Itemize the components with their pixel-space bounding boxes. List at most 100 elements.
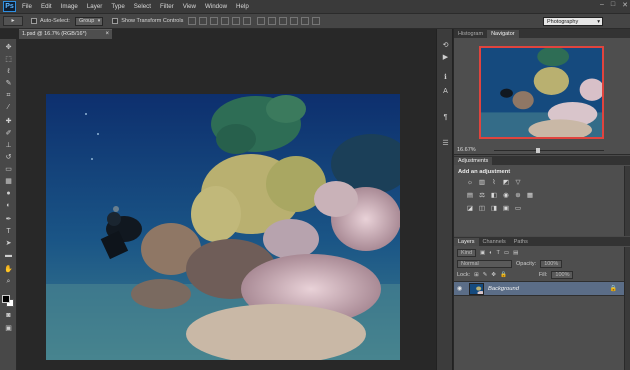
workspace-switcher[interactable]: Photography <box>543 17 603 26</box>
distribute-vcenter-icon[interactable] <box>268 17 277 25</box>
minimize-icon[interactable]: – <box>600 1 604 9</box>
path-select-icon[interactable]: ➤ <box>3 239 14 249</box>
healing-icon[interactable]: ✚ <box>3 117 14 127</box>
opacity-field[interactable]: 100% <box>540 260 563 268</box>
blur-icon[interactable]: ● <box>3 189 14 199</box>
zoom-icon[interactable]: ⌕ <box>3 277 14 287</box>
distribute-hcenter-icon[interactable] <box>301 17 310 25</box>
filter-type-icon[interactable]: T <box>497 250 500 256</box>
align-right-icon[interactable] <box>243 17 252 25</box>
hand-icon[interactable]: ✋ <box>3 265 14 275</box>
distribute-top-icon[interactable] <box>257 17 266 25</box>
menu-edit[interactable]: Edit <box>41 3 52 10</box>
adjustments-scrollbar[interactable] <box>624 166 630 236</box>
vibrance-icon[interactable]: ▽ <box>514 179 522 187</box>
properties-icon[interactable]: ☰ <box>440 139 451 149</box>
info-icon[interactable]: ℹ <box>440 73 451 83</box>
brush-icon[interactable]: ✐ <box>3 129 14 139</box>
lasso-icon[interactable]: ℓ <box>3 67 14 77</box>
align-top-icon[interactable] <box>188 17 197 25</box>
foreground-color-swatch[interactable] <box>2 295 10 303</box>
blend-mode-dropdown[interactable]: Normal <box>457 260 512 268</box>
tab-paths[interactable]: Paths <box>510 238 532 246</box>
dodge-icon[interactable]: ◐ <box>3 201 14 211</box>
layers-scrollbar[interactable] <box>624 247 630 370</box>
channel-mixer-icon[interactable]: ⊛ <box>514 192 522 200</box>
document-canvas[interactable] <box>46 94 400 360</box>
close-tab-icon[interactable]: × <box>105 30 109 39</box>
curves-icon[interactable]: ⌇ <box>490 179 498 187</box>
eraser-icon[interactable]: ▭ <box>3 165 14 175</box>
visibility-eye-icon[interactable]: ◉ <box>457 285 462 292</box>
filter-adjustment-icon[interactable]: ◐ <box>489 250 492 256</box>
move-icon[interactable]: ✥ <box>3 43 14 53</box>
navigator-zoom-value[interactable]: 16.67% <box>457 147 476 153</box>
quick-select-icon[interactable]: ✎ <box>3 79 14 89</box>
clone-stamp-icon[interactable]: ⊥ <box>3 141 14 151</box>
eyedropper-icon[interactable]: ⁄ <box>3 103 14 113</box>
gradient-icon[interactable]: ▦ <box>3 177 14 187</box>
menu-help[interactable]: Help <box>236 3 249 10</box>
auto-select-checkbox[interactable] <box>31 18 37 24</box>
tab-adjustments[interactable]: Adjustments <box>454 157 493 165</box>
tab-channels[interactable]: Channels <box>479 238 510 246</box>
color-lookup-icon[interactable]: ▦ <box>526 192 534 200</box>
menu-select[interactable]: Select <box>134 3 151 10</box>
black-white-icon[interactable]: ◧ <box>490 192 498 200</box>
menu-file[interactable]: File <box>22 3 32 10</box>
layer-row-background[interactable]: ◉ Background 🔒 <box>454 281 624 296</box>
menu-layer[interactable]: Layer <box>87 3 102 10</box>
marquee-icon[interactable]: ⬚ <box>3 55 14 65</box>
menu-filter[interactable]: Filter <box>160 3 174 10</box>
photo-filter-icon[interactable]: ◉ <box>502 192 510 200</box>
pen-icon[interactable]: ✒ <box>3 215 14 225</box>
paragraph-icon[interactable]: ¶ <box>440 113 451 123</box>
selective-color-icon[interactable]: ▣ <box>502 205 510 213</box>
layer-name[interactable]: Background <box>488 286 519 292</box>
align-hcenter-icon[interactable] <box>232 17 241 25</box>
close-icon[interactable]: ✕ <box>622 1 628 9</box>
levels-icon[interactable]: ▥ <box>478 179 486 187</box>
align-vcenter-icon[interactable] <box>199 17 208 25</box>
transform-controls-checkbox[interactable] <box>112 18 119 24</box>
distribute-left-icon[interactable] <box>290 17 299 25</box>
color-balance-icon[interactable]: ⚖ <box>478 192 486 200</box>
threshold-icon[interactable]: ◨ <box>490 205 498 213</box>
filter-shape-icon[interactable]: ▭ <box>504 250 509 256</box>
lock-all-icon[interactable]: 🔒 <box>500 272 507 278</box>
auto-select-dropdown[interactable]: Group <box>74 16 104 26</box>
distribute-bottom-icon[interactable] <box>279 17 288 25</box>
type-icon[interactable]: T <box>3 227 14 237</box>
lock-pixels-icon[interactable]: ✎ <box>483 272 488 278</box>
gradient-map-icon[interactable]: ▭ <box>514 205 522 213</box>
history-icon[interactable]: ⟲ <box>440 41 451 51</box>
navigator-slider-handle[interactable] <box>536 148 540 153</box>
actions-icon[interactable]: ▶ <box>440 53 451 63</box>
tab-layers[interactable]: Layers <box>454 238 479 246</box>
align-left-icon[interactable] <box>221 17 230 25</box>
filter-smart-icon[interactable]: ▤ <box>513 250 518 256</box>
brightness-icon[interactable]: ☼ <box>466 179 474 187</box>
navigator-zoom-slider[interactable] <box>494 148 604 153</box>
posterize-icon[interactable]: ◫ <box>478 205 486 213</box>
menu-type[interactable]: Type <box>111 3 124 10</box>
history-brush-icon[interactable]: ↺ <box>3 153 14 163</box>
menu-image[interactable]: Image <box>61 3 78 10</box>
hue-saturation-icon[interactable]: ▤ <box>466 192 474 200</box>
menu-view[interactable]: View <box>183 3 196 10</box>
invert-icon[interactable]: ◪ <box>466 205 474 213</box>
align-bottom-icon[interactable] <box>210 17 219 25</box>
lock-position-icon[interactable]: ✥ <box>491 272 496 278</box>
distribute-right-icon[interactable] <box>312 17 321 25</box>
screen-mode-icon[interactable]: ▣ <box>3 324 14 334</box>
menu-window[interactable]: Window <box>205 3 227 10</box>
shape-icon[interactable]: ▬ <box>3 251 14 261</box>
filter-pixel-icon[interactable]: ▣ <box>480 250 485 256</box>
quick-mask-icon[interactable]: ◙ <box>3 311 14 321</box>
tab-navigator[interactable]: Navigator <box>487 30 519 38</box>
navigator-view-box[interactable] <box>479 46 604 139</box>
document-tab[interactable]: 1.psd @ 16.7% (RGB/16*) × <box>19 29 112 39</box>
character-icon[interactable]: A <box>440 87 451 97</box>
fill-field[interactable]: 100% <box>551 271 574 279</box>
lock-transparency-icon[interactable]: ⊞ <box>474 272 479 278</box>
